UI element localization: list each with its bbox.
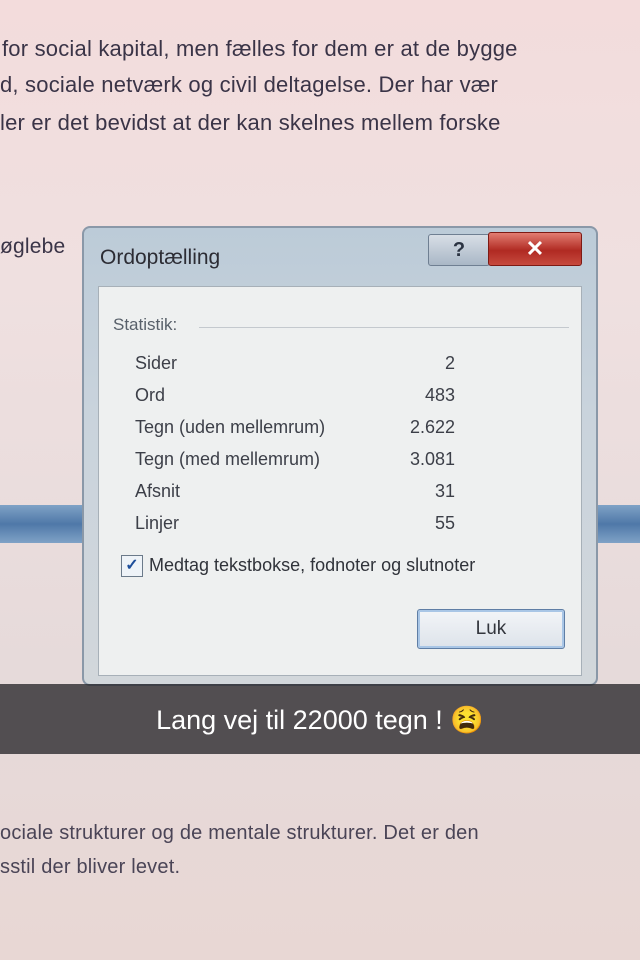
stat-label: Sider [135, 353, 178, 373]
stat-row-chars-no-spaces: Tegn (uden mellemrum) 2.622 [135, 413, 455, 445]
word-count-dialog: Ordoptælling ? ✕ Statistik: Sider 2 Ord … [82, 226, 598, 686]
caption-overlay: Lang vej til 22000 tegn ! 😫 [0, 684, 640, 754]
document-text-line: øglebe [0, 235, 66, 258]
stat-value: 55 [434, 513, 455, 533]
stat-value: 483 [424, 385, 455, 405]
document-divider-band [596, 505, 640, 543]
caption-text: Lang vej til 22000 tegn ! 😫 [156, 705, 484, 735]
stat-value: 3.081 [409, 449, 455, 469]
document-text-line: for social kapital, men fælles for dem e… [2, 36, 518, 61]
document-text-line: ler er det bevidst at der kan skelnes me… [0, 110, 501, 135]
stat-row-lines: Linjer 55 [135, 509, 455, 541]
stat-value: 2.622 [409, 417, 455, 437]
stat-label: Ord [135, 385, 166, 405]
statistics-panel: Statistik: Sider 2 Ord 483 Tegn (uden me… [98, 286, 582, 676]
dialog-title: Ordoptælling [100, 246, 221, 269]
stat-label: Tegn (med mellemrum) [135, 449, 321, 469]
document-text-line: d, sociale netværk og civil deltagelse. … [0, 72, 499, 97]
document-divider-band [0, 505, 92, 543]
close-window-button[interactable]: ✕ [488, 232, 582, 266]
stat-value: 2 [444, 353, 455, 373]
include-textboxes-option[interactable]: ✓ Medtag tekstbokse, fodnoter og slutnot… [121, 553, 571, 583]
stat-row-chars-with-spaces: Tegn (med mellemrum) 3.081 [135, 445, 455, 477]
stat-row-pages: Sider 2 [135, 349, 455, 381]
section-label: Statistik: [113, 315, 178, 334]
stat-value: 31 [434, 481, 455, 501]
section-divider [199, 327, 569, 328]
stat-row-words: Ord 483 [135, 381, 455, 413]
include-textboxes-checkbox[interactable]: ✓ [121, 555, 143, 577]
stat-row-paragraphs: Afsnit 31 [135, 477, 455, 509]
stat-label: Afsnit [135, 481, 181, 501]
close-button[interactable]: Luk [417, 609, 565, 649]
checkbox-label: Medtag tekstbokse, fodnoter og slutnoter [149, 555, 476, 575]
help-button[interactable]: ? [428, 234, 490, 266]
document-text-line: sstil der bliver levet. [0, 856, 181, 878]
statistics-list: Sider 2 Ord 483 Tegn (uden mellemrum) 2.… [135, 349, 455, 541]
document-text-line: ociale strukturer og de mentale struktur… [0, 822, 479, 844]
stat-label: Tegn (uden mellemrum) [135, 417, 326, 437]
stat-label: Linjer [135, 513, 180, 533]
